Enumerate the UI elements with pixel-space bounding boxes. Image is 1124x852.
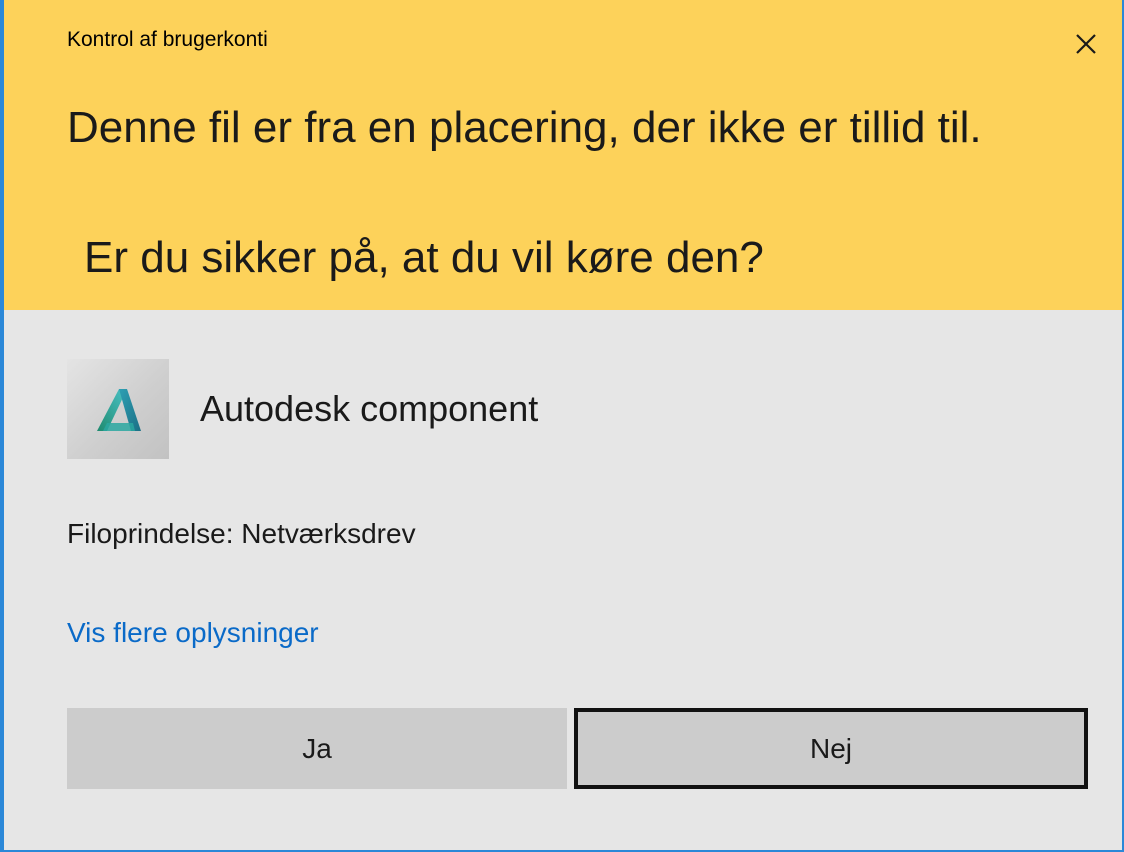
close-icon xyxy=(1060,18,1112,70)
no-button[interactable]: Nej xyxy=(574,708,1088,789)
yes-button[interactable]: Ja xyxy=(67,708,567,789)
show-more-details-link[interactable]: Vis flere oplysninger xyxy=(67,617,319,649)
file-origin: Filoprindelse: Netværksdrev xyxy=(67,518,416,549)
no-button-label: Nej xyxy=(809,732,852,764)
warning-question: Er du sikker på, at du vil køre den? xyxy=(84,233,764,282)
warning-headline: Denne fil er fra en placering, der ikke … xyxy=(67,103,982,152)
program-name: Autodesk component xyxy=(200,388,539,429)
close-button[interactable] xyxy=(1060,18,1112,70)
yes-button-label: Ja xyxy=(302,732,332,764)
uac-dialog: Kontrol af brugerkonti Denne fil er fra … xyxy=(0,0,1124,852)
warning-header: Kontrol af brugerkonti Denne fil er fra … xyxy=(4,0,1122,310)
dialog-title: Kontrol af brugerkonti xyxy=(67,28,268,51)
autodesk-logo-icon xyxy=(67,359,169,459)
